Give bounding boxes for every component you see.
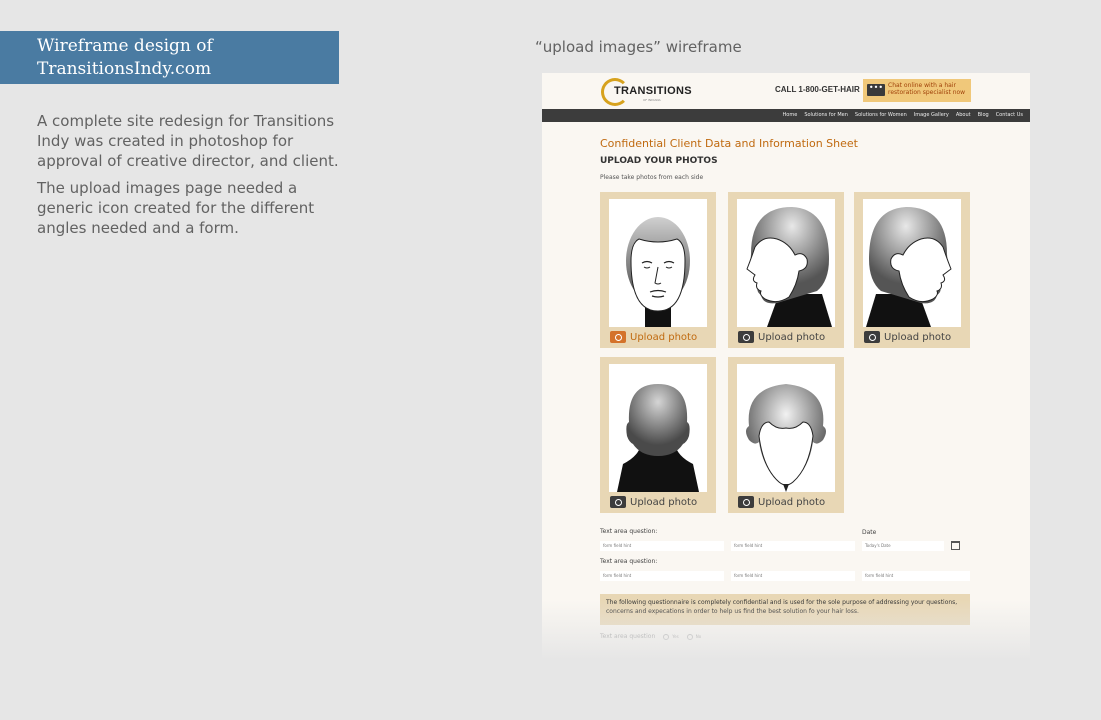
camera-icon: [610, 331, 626, 343]
form-label-2: Text area question:: [600, 558, 658, 565]
title-banner: Wireframe design of TransitionsIndy.com: [0, 31, 339, 84]
text-field-2c[interactable]: form field hint: [862, 571, 970, 581]
title-line-1: Wireframe design of: [37, 36, 213, 56]
phone-number: CALL 1-800-GET-HAIR: [775, 85, 860, 94]
upload-label: Upload photo: [630, 331, 698, 343]
confidential-notice: The following questionnaire is completel…: [600, 594, 970, 625]
photo-card-front: Upload photo: [600, 192, 716, 348]
no-label: No: [695, 634, 702, 639]
nav-about[interactable]: About: [956, 109, 971, 122]
head-left-side-icon: [737, 199, 835, 327]
photo-card-left-side: Upload photo: [728, 192, 844, 348]
nav-home[interactable]: Home: [783, 109, 798, 122]
logo-subtext: OF INDIANA: [643, 98, 661, 102]
head-right-side-icon: [863, 199, 961, 327]
nav-blog[interactable]: Blog: [978, 109, 989, 122]
no-radio[interactable]: [686, 633, 693, 640]
date-field[interactable]: Today's Date: [862, 541, 944, 551]
logo-text: TRANSITIONS: [614, 85, 692, 97]
chat-bubble-icon: •••: [867, 84, 885, 96]
head-back-icon: [609, 364, 707, 492]
question-label: Text area question: [600, 633, 656, 640]
upload-label: Upload photo: [758, 331, 826, 343]
nav-image-gallery[interactable]: Image Gallery: [914, 109, 949, 122]
chat-button[interactable]: ••• Chat online with a hair restoration …: [863, 79, 971, 102]
nav-solutions-men[interactable]: Solutions for Men: [804, 109, 848, 122]
upload-label: Upload photo: [630, 496, 698, 508]
date-label: Date: [862, 529, 877, 536]
wireframe-screenshot: TRANSITIONS OF INDIANA CALL 1-800-GET-HA…: [542, 73, 1030, 660]
chat-text: Chat online with a hair restoration spec…: [888, 82, 966, 96]
text-field-1b[interactable]: form field hint: [731, 541, 855, 551]
photo-card-top: Upload photo: [728, 357, 844, 513]
upload-label: Upload photo: [884, 331, 952, 343]
description-para-2: The upload images page needed a generic …: [37, 179, 315, 237]
nav-solutions-women[interactable]: Solutions for Women: [855, 109, 907, 122]
section-title: UPLOAD YOUR PHOTOS: [600, 156, 718, 166]
description-para-1: A complete site redesign for Transitions…: [37, 112, 339, 170]
site-logo[interactable]: TRANSITIONS OF INDIANA: [601, 78, 701, 106]
calendar-icon[interactable]: [951, 541, 960, 550]
form-label-1: Text area question:: [600, 528, 658, 535]
upload-photo-front[interactable]: Upload photo: [610, 330, 697, 344]
nav-contact[interactable]: Contact Us: [996, 109, 1023, 122]
camera-icon: [864, 331, 880, 343]
upload-photo-left-side[interactable]: Upload photo: [738, 330, 825, 344]
camera-icon: [738, 331, 754, 343]
question-row: Text area question Yes No: [600, 633, 701, 640]
upload-photo-back[interactable]: Upload photo: [610, 495, 697, 509]
site-header: TRANSITIONS OF INDIANA CALL 1-800-GET-HA…: [542, 73, 1030, 109]
photo-card-back: Upload photo: [600, 357, 716, 513]
upload-label: Upload photo: [758, 496, 826, 508]
main-nav: Home Solutions for Men Solutions for Wom…: [542, 109, 1030, 122]
text-field-2b[interactable]: form field hint: [731, 571, 855, 581]
description: A complete site redesign for Transitions…: [37, 111, 347, 245]
wireframe-caption: “upload images” wireframe: [535, 38, 742, 56]
yes-label: Yes: [672, 634, 679, 639]
instruction-note: Please take photos from each side: [600, 174, 704, 181]
camera-icon: [610, 496, 626, 508]
text-field-1a[interactable]: form field hint: [600, 541, 724, 551]
head-front-icon: [609, 199, 707, 327]
camera-icon: [738, 496, 754, 508]
upload-photo-top[interactable]: Upload photo: [738, 495, 825, 509]
title-line-2: TransitionsIndy.com: [37, 59, 212, 79]
yes-radio[interactable]: [663, 633, 670, 640]
text-field-2a[interactable]: form field hint: [600, 571, 724, 581]
photo-card-right-side: Upload photo: [854, 192, 970, 348]
upload-photo-right-side[interactable]: Upload photo: [864, 330, 951, 344]
page-title: Confidential Client Data and Information…: [600, 137, 858, 150]
head-top-icon: [737, 364, 835, 492]
